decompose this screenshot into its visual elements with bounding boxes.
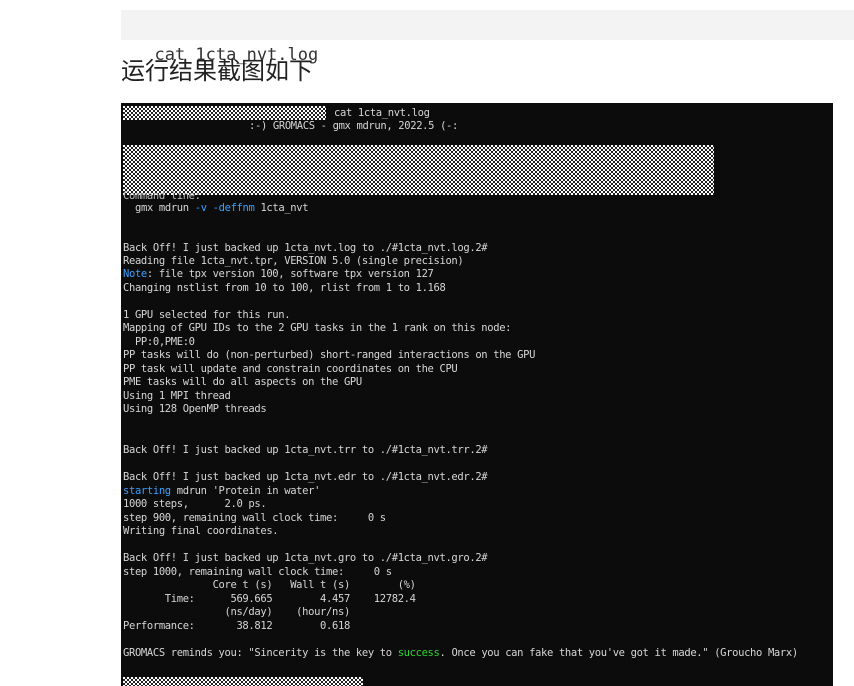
- log-line: Mapping of GPU IDs to the 2 GPU tasks in…: [123, 322, 512, 334]
- log-line: 1 GPU selected for this run.: [123, 309, 291, 321]
- caption-text: 运行结果截图如下: [121, 57, 313, 85]
- log-line: Note: file tpx version 100, software tpx…: [123, 268, 434, 280]
- log-line: step 1000, remaining wall clock time: 0 …: [123, 566, 392, 578]
- log-line: PP:0,PME:0: [123, 336, 195, 348]
- log-line: Back Off! I just backed up 1cta_nvt.edr …: [123, 471, 488, 483]
- log-line: PME tasks will do all aspects on the GPU: [123, 376, 362, 388]
- log-line: Using 1 MPI thread: [123, 390, 231, 402]
- gmx-command-line: gmx mdrun -v -deffnm 1cta_nvt: [135, 202, 309, 214]
- log-line: starting mdrun 'Protein in water': [123, 485, 321, 497]
- command-line-label: Command line:: [123, 190, 201, 202]
- log-line: step 900, remaining wall clock time: 0 s: [123, 512, 386, 524]
- log-line: 1000 steps, 2.0 ps.: [123, 498, 267, 510]
- log-line: PP task will update and constrain coordi…: [123, 363, 458, 375]
- log-line: Back Off! I just backed up 1cta_nvt.gro …: [123, 552, 488, 564]
- terminal-screenshot: cat 1cta_nvt.log :-) GROMACS - gmx mdrun…: [121, 103, 833, 686]
- timing-header: Core t (s) Wall t (s) (%): [123, 579, 416, 591]
- log-line: Changing nstlist from 10 to 100, rlist f…: [123, 282, 446, 294]
- performance-header: (ns/day) (hour/ns): [123, 606, 351, 618]
- redacted-info-block: [123, 145, 714, 195]
- terminal-command: cat 1cta_nvt.log: [334, 107, 430, 119]
- redacted-prompt: [123, 106, 326, 120]
- log-line: Back Off! I just backed up 1cta_nvt.trr …: [123, 444, 488, 456]
- redacted-next-prompt: [123, 677, 363, 686]
- log-line: Writing final coordinates.: [123, 525, 279, 537]
- log-line: Back Off! I just backed up 1cta_nvt.log …: [123, 242, 488, 254]
- code-block: cat 1cta_nvt.log: [121, 10, 854, 65]
- timing-row: Time: 569.665 4.457 12782.4: [123, 593, 416, 605]
- gromacs-banner: :-) GROMACS - gmx mdrun, 2022.5 (-:: [249, 120, 459, 132]
- log-line: Reading file 1cta_nvt.tpr, VERSION 5.0 (…: [123, 255, 464, 267]
- performance-row: Performance: 38.812 0.618: [123, 620, 350, 632]
- gromacs-quote: GROMACS reminds you: "Sincerity is the k…: [123, 647, 798, 659]
- log-line: PP tasks will do (non-perturbed) short-r…: [123, 349, 536, 361]
- log-line: Using 128 OpenMP threads: [123, 403, 267, 415]
